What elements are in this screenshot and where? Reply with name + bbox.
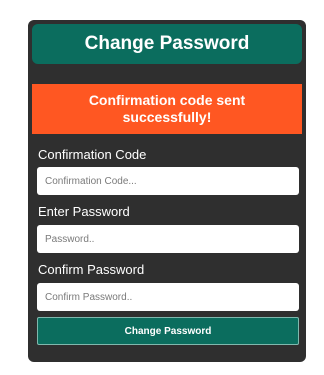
confirm-password-input[interactable] [37,283,299,311]
success-alert: Confirmation code sent successfully! [32,84,302,134]
change-password-button[interactable]: Change Password [37,317,299,345]
confirmation-code-input[interactable] [37,167,299,195]
password-label: Enter Password [38,204,130,219]
confirm-password-label: Confirm Password [38,262,145,277]
change-password-card: Change Password Confirmation code sent s… [28,20,306,362]
password-input[interactable] [37,225,299,253]
confirmation-code-label: Confirmation Code [38,147,147,162]
page-title: Change Password [32,24,302,64]
